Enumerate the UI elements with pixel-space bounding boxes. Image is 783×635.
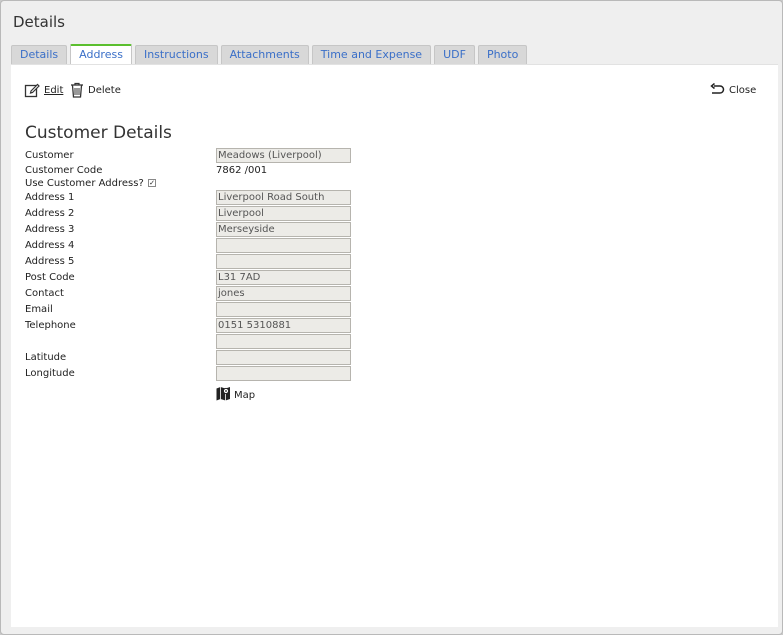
close-button[interactable]: Close: [709, 81, 756, 99]
use-customer-address-label: Use Customer Address?: [25, 178, 144, 189]
edit-button[interactable]: Edit: [24, 81, 63, 99]
map-button[interactable]: Map: [216, 386, 255, 404]
dialog-title: Details: [13, 13, 66, 31]
use-customer-address-checkbox[interactable]: ✓: [148, 179, 156, 187]
details-dialog: Details Details Address Instructions Att…: [0, 0, 783, 635]
delete-button[interactable]: Delete: [70, 81, 121, 99]
latitude-field[interactable]: [216, 350, 351, 365]
address2-label: Address 2: [25, 208, 75, 219]
address4-label: Address 4: [25, 240, 75, 251]
map-pin-icon: [216, 386, 231, 404]
address1-field[interactable]: Liverpool Road South: [216, 190, 351, 205]
address1-label: Address 1: [25, 192, 75, 203]
email-label: Email: [25, 304, 53, 315]
tab-details[interactable]: Details: [11, 45, 68, 64]
longitude-field[interactable]: [216, 366, 351, 381]
customer-label: Customer: [25, 150, 74, 161]
postcode-label: Post Code: [25, 272, 75, 283]
undo-arrow-icon: [709, 83, 725, 97]
latitude-label: Latitude: [25, 352, 67, 363]
customer-code-value: 7862 /001: [216, 165, 268, 176]
edit-icon: [24, 82, 40, 98]
section-title: Customer Details: [25, 123, 172, 143]
trash-icon: [70, 82, 84, 98]
edit-label: Edit: [44, 84, 64, 96]
telephone2-field[interactable]: [216, 334, 351, 349]
address3-field[interactable]: Merseyside: [216, 222, 351, 237]
tab-address[interactable]: Address: [70, 44, 132, 64]
contact-label: Contact: [25, 288, 64, 299]
telephone-label: Telephone: [25, 320, 76, 331]
close-label: Close: [729, 84, 757, 96]
contact-field[interactable]: jones: [216, 286, 351, 301]
tab-instructions[interactable]: Instructions: [134, 45, 218, 64]
tab-bar: Details Address Instructions Attachments…: [11, 44, 528, 64]
tab-time-and-expense[interactable]: Time and Expense: [311, 45, 432, 64]
delete-label: Delete: [88, 84, 121, 96]
tab-udf[interactable]: UDF: [434, 45, 475, 64]
map-label: Map: [234, 389, 256, 401]
customer-field[interactable]: Meadows (Liverpool): [216, 148, 351, 163]
address3-label: Address 3: [25, 224, 75, 235]
telephone-field[interactable]: 0151 5310881: [216, 318, 351, 333]
address-panel: Edit Delete Close Customer Details Custo…: [11, 64, 778, 627]
postcode-field[interactable]: L31 7AD: [216, 270, 351, 285]
address2-field[interactable]: Liverpool: [216, 206, 351, 221]
address5-label: Address 5: [25, 256, 75, 267]
email-field[interactable]: [216, 302, 351, 317]
tab-photo[interactable]: Photo: [477, 45, 528, 64]
address4-field[interactable]: [216, 238, 351, 253]
tab-attachments[interactable]: Attachments: [220, 45, 309, 64]
customer-code-label: Customer Code: [25, 165, 103, 176]
address5-field[interactable]: [216, 254, 351, 269]
longitude-label: Longitude: [25, 368, 75, 379]
